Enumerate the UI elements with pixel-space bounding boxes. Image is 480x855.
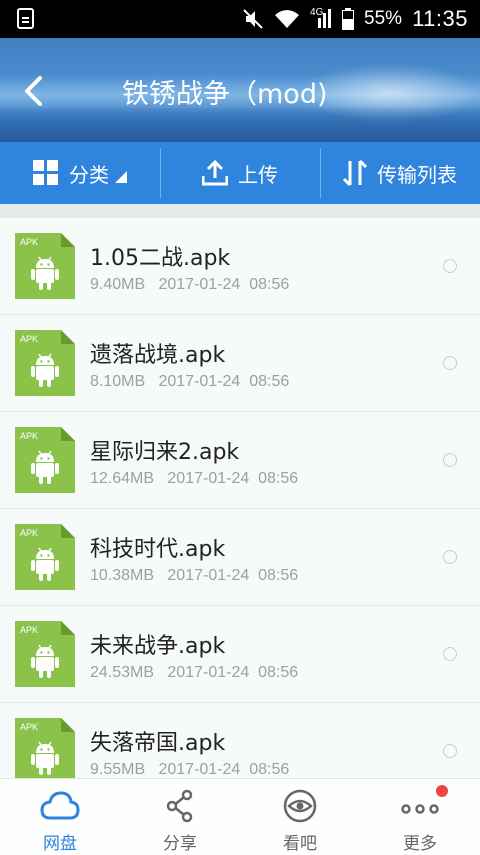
nav-label-watch: 看吧 xyxy=(283,834,317,854)
file-name: 未来战争.apk xyxy=(90,634,226,659)
share-icon xyxy=(166,789,193,823)
svg-text:APK: APK xyxy=(20,334,38,344)
nav-label-more: 更多 xyxy=(403,834,437,854)
list-item[interactable]: APK 未来战争.apk 24.53MB 2017-01-24 08:56 xyxy=(0,606,480,703)
file-size: 9.40MB xyxy=(90,276,146,293)
transfer-list-button[interactable]: 传输列表 xyxy=(320,142,480,204)
svg-text:APK: APK xyxy=(20,625,38,635)
file-size: 10.38MB xyxy=(90,567,155,584)
file-date: 2017-01-24 08:56 xyxy=(158,276,290,293)
battery-icon xyxy=(342,8,355,30)
file-meta: 12.64MB 2017-01-24 08:56 xyxy=(90,470,298,488)
transfer-list-label: 传输列表 xyxy=(377,162,457,187)
notification-badge xyxy=(436,785,448,797)
mute-icon xyxy=(243,9,263,29)
grid-icon xyxy=(33,160,58,185)
header: 铁锈战争（mod) xyxy=(0,38,480,142)
classify-label: 分类 xyxy=(69,162,109,187)
file-meta: 24.53MB 2017-01-24 08:56 xyxy=(90,664,298,682)
status-bar: 4G 55% 11:35 xyxy=(0,0,480,38)
notification-document-icon xyxy=(17,8,34,29)
apk-file-icon: APK xyxy=(15,621,75,687)
dropdown-triangle-icon xyxy=(115,171,127,183)
nav-item-share[interactable]: 分享 xyxy=(120,779,240,855)
file-meta: 9.55MB 2017-01-24 08:56 xyxy=(90,761,289,778)
file-meta: 10.38MB 2017-01-24 08:56 xyxy=(90,567,298,585)
file-meta: 9.40MB 2017-01-24 08:56 xyxy=(90,276,289,294)
transfer-arrows-icon xyxy=(343,159,367,187)
file-name: 星际归来2.apk xyxy=(90,440,240,465)
nav-item-more[interactable]: 更多 xyxy=(360,779,480,855)
toolbar: 分类 上传 传输列表 xyxy=(0,142,480,204)
file-size: 8.10MB xyxy=(90,373,146,390)
nav-item-watch[interactable]: 看吧 xyxy=(240,779,360,855)
clock: 11:35 xyxy=(412,6,468,31)
cloud-icon xyxy=(40,791,80,820)
file-date: 2017-01-24 08:56 xyxy=(167,664,299,681)
nav-item-netdisk[interactable]: 网盘 xyxy=(0,779,120,855)
list-item[interactable]: APK 科技时代.apk 10.38MB 2017-01-24 08:56 xyxy=(0,509,480,606)
upload-button[interactable]: 上传 xyxy=(160,142,320,204)
file-name: 遗落战境.apk xyxy=(90,343,226,368)
file-list: APK 1.05二战.apk 9.40MB 2017-01-24 08:56 A… xyxy=(0,218,480,778)
network-type: 4G xyxy=(310,7,324,18)
svg-text:APK: APK xyxy=(20,237,38,247)
file-date: 2017-01-24 08:56 xyxy=(167,567,299,584)
back-button[interactable] xyxy=(18,74,52,108)
list-item[interactable]: APK 遗落战境.apk 8.10MB 2017-01-24 08:56 xyxy=(0,315,480,412)
apk-file-icon: APK xyxy=(15,233,75,299)
upload-icon xyxy=(202,160,228,186)
upload-label: 上传 xyxy=(238,162,278,187)
classify-button[interactable]: 分类 xyxy=(0,142,160,204)
file-size: 24.53MB xyxy=(90,664,155,681)
wifi-icon xyxy=(275,10,300,28)
file-name: 失落帝国.apk xyxy=(90,731,226,756)
svg-text:APK: APK xyxy=(20,431,38,441)
list-item[interactable]: APK 失落帝国.apk 9.55MB 2017-01-24 08:56 xyxy=(0,703,480,778)
battery-percent: 55% xyxy=(364,8,403,29)
nav-label-share: 分享 xyxy=(163,834,197,854)
apk-file-icon: APK xyxy=(15,718,75,778)
file-date: 2017-01-24 08:56 xyxy=(158,761,290,778)
bottom-nav: 网盘 分享 看吧 更多 xyxy=(0,778,480,855)
file-meta: 8.10MB 2017-01-24 08:56 xyxy=(90,373,289,391)
svg-text:APK: APK xyxy=(20,722,38,732)
svg-text:APK: APK xyxy=(20,528,38,538)
list-item[interactable]: APK 1.05二战.apk 9.40MB 2017-01-24 08:56 xyxy=(0,218,480,315)
select-radio[interactable] xyxy=(443,550,457,564)
apk-file-icon: APK xyxy=(15,524,75,590)
page-title: 铁锈战争（mod) xyxy=(122,79,328,110)
list-item[interactable]: APK 星际归来2.apk 12.64MB 2017-01-24 08:56 xyxy=(0,412,480,509)
apk-file-icon: APK xyxy=(15,427,75,493)
select-radio[interactable] xyxy=(443,453,457,467)
nav-label-netdisk: 网盘 xyxy=(43,834,77,854)
file-date: 2017-01-24 08:56 xyxy=(167,470,299,487)
more-icon xyxy=(401,804,439,814)
select-radio[interactable] xyxy=(443,259,457,273)
file-size: 9.55MB xyxy=(90,761,146,778)
select-radio[interactable] xyxy=(443,356,457,370)
file-name: 科技时代.apk xyxy=(90,537,226,562)
select-radio[interactable] xyxy=(443,647,457,661)
apk-file-icon: APK xyxy=(15,330,75,396)
file-size: 12.64MB xyxy=(90,470,155,487)
file-date: 2017-01-24 08:56 xyxy=(158,373,290,390)
file-name: 1.05二战.apk xyxy=(90,246,231,271)
select-radio[interactable] xyxy=(443,744,457,758)
eye-icon xyxy=(283,789,317,823)
